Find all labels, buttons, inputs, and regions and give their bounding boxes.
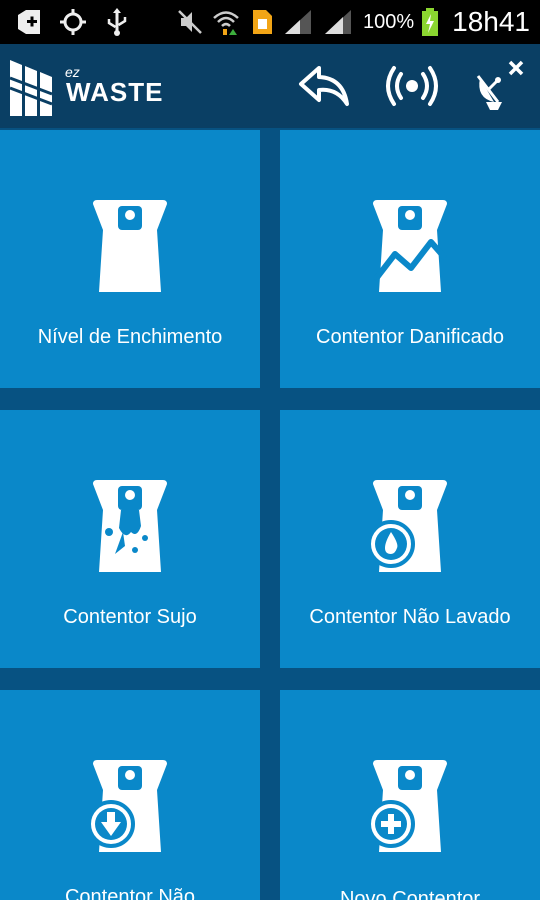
bin-dirty-icon (93, 480, 167, 572)
tile-unwashed[interactable]: Contentor Não Lavado (280, 410, 540, 668)
tile-label: Contentor Não Lavado (309, 606, 511, 628)
signal-icon (284, 10, 311, 34)
tile-label: Contentor Não (64, 886, 196, 900)
file-icon (252, 10, 272, 34)
menu-grid: Nível de Enchimento Contentor Danificado… (0, 128, 540, 900)
satellite-button[interactable] (466, 54, 530, 118)
logo-stripes-icon (9, 60, 53, 116)
tile-damaged[interactable]: Contentor Danificado (280, 130, 540, 388)
tile-label: Contentor Sujo (63, 606, 197, 628)
tile-not[interactable]: Contentor Não (0, 690, 260, 900)
plus-box-icon (18, 10, 40, 34)
bin-unwashed-icon (367, 480, 447, 572)
broadcast-icon (386, 66, 438, 106)
status-bar: 100% 18h41 (0, 0, 540, 44)
tile-label: Contentor Danificado (316, 326, 504, 348)
bin-download-icon (87, 760, 167, 852)
back-arrow-icon (299, 66, 349, 106)
tile-label: Nível de Enchimento (37, 326, 223, 348)
tile-label: Novo Contentor (339, 888, 481, 900)
app-bar: ez WASTE (0, 44, 540, 128)
tile-fill-level[interactable]: Nível de Enchimento (0, 130, 260, 388)
battery-charging-icon (422, 8, 439, 36)
signal-icon (324, 10, 351, 34)
satellite-dish-off-icon (476, 60, 524, 110)
broadcast-button[interactable] (380, 54, 444, 118)
bin-damaged-icon (372, 200, 448, 292)
gps-icon (60, 9, 86, 35)
bin-add-icon (367, 760, 447, 852)
bin-fill-level-icon (93, 200, 167, 292)
clock: 18h41 (452, 6, 530, 37)
mute-icon (178, 10, 202, 34)
usb-icon (107, 8, 127, 36)
tile-new-container[interactable]: Novo Contentor (280, 690, 540, 900)
battery-percent: 100% (362, 10, 415, 33)
back-button[interactable] (292, 54, 356, 118)
wifi-icon (213, 11, 239, 35)
logo-waste-text: WASTE (66, 77, 164, 107)
ezwaste-logo: ez WASTE (8, 58, 168, 118)
tile-dirty[interactable]: Contentor Sujo (0, 410, 260, 668)
